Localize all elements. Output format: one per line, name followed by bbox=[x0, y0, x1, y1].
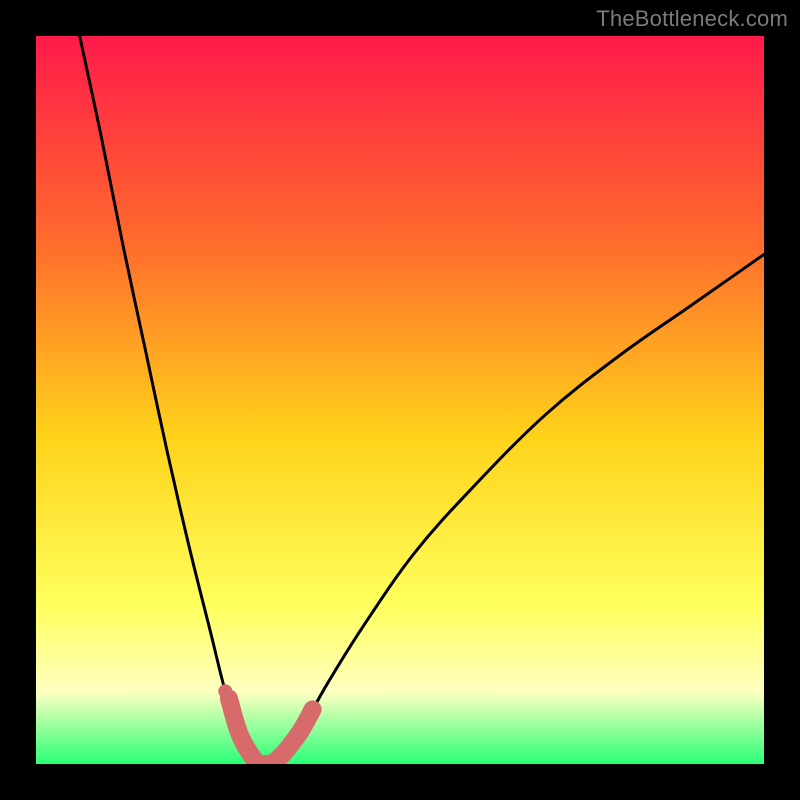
highlight-dot bbox=[218, 684, 232, 698]
attribution-text: TheBottleneck.com bbox=[596, 6, 788, 32]
chart-frame: TheBottleneck.com bbox=[0, 0, 800, 800]
plot-area bbox=[36, 36, 764, 764]
chart-svg bbox=[36, 36, 764, 764]
gradient-background bbox=[36, 36, 764, 764]
